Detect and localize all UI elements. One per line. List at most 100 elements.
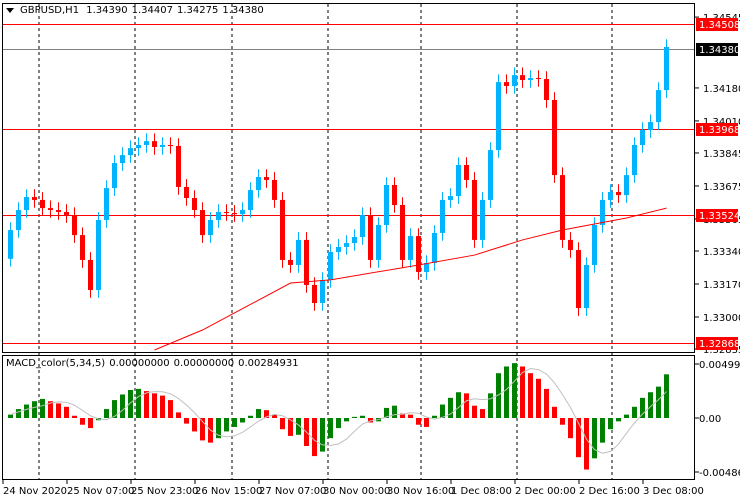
macd-bar bbox=[536, 378, 541, 418]
macd-tick-label: -0.0048694 bbox=[699, 468, 740, 479]
time-axis: 24 Nov 2020 25 Nov 07:0025 Nov 23:0026 No… bbox=[2, 479, 704, 497]
price-tick-label: 1.34180 bbox=[703, 84, 740, 95]
candle-bull bbox=[624, 175, 629, 196]
candle-bear bbox=[40, 199, 45, 209]
candle-bull bbox=[112, 163, 117, 189]
macd-bar bbox=[328, 418, 333, 439]
candle-bull bbox=[664, 46, 669, 91]
candle-bull bbox=[248, 190, 253, 211]
candle-bear bbox=[176, 145, 181, 187]
macd-bar bbox=[656, 386, 661, 418]
macd-bar bbox=[248, 415, 253, 418]
macd-bar bbox=[592, 418, 597, 459]
macd-value-1: 0.00000000 bbox=[109, 358, 170, 369]
candle-bear bbox=[576, 250, 581, 309]
candle-bull bbox=[208, 219, 213, 236]
collapse-triangle-icon[interactable] bbox=[6, 7, 14, 13]
macd-bar bbox=[256, 409, 261, 418]
macd-bar bbox=[568, 418, 573, 439]
candle-bull bbox=[440, 199, 445, 233]
candle-bear bbox=[288, 259, 293, 265]
macd-bar bbox=[64, 406, 69, 418]
macd-bar bbox=[16, 409, 21, 418]
macd-bar bbox=[472, 405, 477, 418]
macd-bar bbox=[664, 374, 669, 418]
macd-bar bbox=[624, 414, 629, 418]
candle-bull bbox=[496, 82, 501, 151]
candle-bear bbox=[200, 210, 205, 236]
candle-bull bbox=[136, 145, 141, 149]
candle-bull bbox=[256, 177, 261, 191]
macd-bar bbox=[336, 418, 341, 429]
price-axis: 1.345451.341801.340101.338451.336751.335… bbox=[695, 13, 740, 356]
candle-bear bbox=[152, 141, 157, 147]
candle-bull bbox=[360, 215, 365, 238]
candle-bear bbox=[520, 75, 525, 80]
candle-bear bbox=[544, 79, 549, 100]
macd-bar bbox=[544, 388, 549, 418]
candle-bear bbox=[72, 215, 77, 236]
macd-bar bbox=[352, 416, 357, 418]
candle-bull bbox=[344, 243, 349, 247]
candle-bear bbox=[88, 259, 93, 291]
price-panel-frame bbox=[2, 3, 695, 353]
candle-bear bbox=[400, 204, 405, 260]
macd-bar bbox=[168, 400, 173, 418]
candle-bull bbox=[648, 122, 653, 131]
macd-bar bbox=[160, 395, 165, 418]
macd-bar bbox=[600, 418, 605, 443]
macd-bar bbox=[32, 401, 37, 418]
candle-bull bbox=[656, 90, 661, 123]
macd-bar bbox=[616, 418, 621, 422]
macd-histogram bbox=[8, 363, 669, 470]
macd-bar bbox=[192, 418, 197, 432]
candle-bear bbox=[536, 78, 541, 80]
candle-bull bbox=[632, 145, 637, 176]
candle-bull bbox=[8, 230, 13, 259]
price-tag-label: 1.34508 bbox=[699, 20, 740, 31]
macd-bar bbox=[152, 393, 157, 418]
macd-bar bbox=[320, 418, 325, 452]
candle-bull bbox=[408, 236, 413, 260]
candle-bull bbox=[352, 237, 357, 244]
price-tick-label: 1.33000 bbox=[703, 313, 740, 324]
macd-bar bbox=[88, 418, 93, 429]
candle-bear bbox=[464, 165, 469, 180]
macd-bar bbox=[144, 391, 149, 418]
ohlc-close: 1.34380 bbox=[222, 5, 264, 16]
candle-bull bbox=[480, 199, 485, 240]
price-tick-label: 1.33170 bbox=[703, 280, 740, 291]
macd-bar bbox=[72, 415, 77, 418]
candle-bull bbox=[128, 148, 133, 156]
macd-bar bbox=[512, 363, 517, 418]
macd-bar bbox=[560, 418, 565, 425]
macd-bar bbox=[136, 388, 141, 418]
candle-bear bbox=[168, 145, 173, 147]
macd-bar bbox=[488, 393, 493, 418]
candle-bear bbox=[368, 215, 373, 260]
candle-bull bbox=[328, 251, 333, 280]
candle-bull bbox=[608, 191, 613, 200]
ohlc-high: 1.34407 bbox=[131, 5, 173, 16]
macd-bar bbox=[392, 405, 397, 418]
time-tick-label: 2 Dec 00:00 bbox=[515, 486, 576, 497]
candle-bull bbox=[456, 165, 461, 197]
macd-bar bbox=[608, 418, 613, 430]
time-tick-label: 1 Dec 08:00 bbox=[451, 486, 512, 497]
macd-bar bbox=[104, 409, 109, 418]
candle-bull bbox=[120, 155, 125, 164]
candle-bull bbox=[376, 224, 381, 260]
candle-bull bbox=[296, 239, 301, 265]
candle-bear bbox=[80, 235, 85, 260]
candle-bear bbox=[472, 179, 477, 240]
macd-value-2: 0.00000000 bbox=[173, 358, 235, 369]
candle-bull bbox=[512, 75, 517, 86]
candle-bear bbox=[416, 236, 421, 272]
macd-value-3: 0.00284931 bbox=[238, 358, 299, 369]
candle-bull bbox=[488, 150, 493, 200]
time-tick-label: 24 Nov 2020 bbox=[3, 486, 67, 497]
macd-bar bbox=[40, 398, 45, 418]
candle-bull bbox=[16, 210, 21, 231]
macd-bar bbox=[464, 393, 469, 418]
macd-bar bbox=[80, 418, 85, 425]
